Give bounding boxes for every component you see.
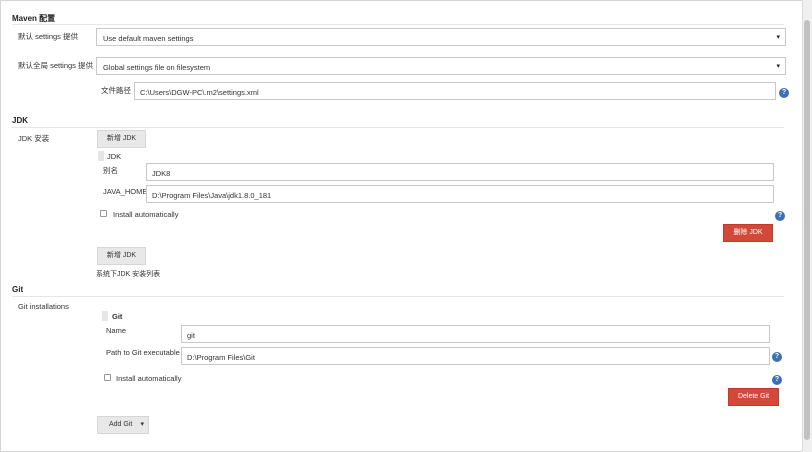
jdk-install-auto-checkbox[interactable]	[100, 210, 107, 217]
scrollbar-thumb[interactable]	[804, 20, 810, 440]
help-icon[interactable]: ?	[779, 88, 789, 98]
chevron-down-icon: ▾	[776, 34, 780, 41]
maven-separator	[12, 24, 784, 25]
file-path-label: 文件路径	[101, 86, 131, 95]
system-jdk-list-text: 系统下JDK 安装列表	[96, 271, 161, 278]
jdk-alias-input[interactable]: JDK8	[146, 163, 774, 181]
chevron-down-icon: ▾	[776, 63, 780, 70]
jdk-separator	[12, 127, 784, 128]
chevron-down-icon: ▾	[140, 421, 144, 428]
java-home-input[interactable]: D:\Program Files\Java\jdk1.8.0_181	[146, 185, 774, 203]
help-icon[interactable]: ?	[772, 352, 782, 362]
add-jdk-button-bottom[interactable]: 新增 JDK	[97, 247, 146, 265]
default-settings-select[interactable]: Use default maven settings ▾	[96, 28, 786, 46]
drag-handle[interactable]	[102, 311, 108, 321]
add-jdk-button-top[interactable]: 新增 JDK	[97, 130, 146, 148]
default-settings-label: 默认 settings 提供	[18, 32, 79, 41]
git-name-label: Name	[106, 326, 127, 335]
jdk-section-title: JDK	[12, 116, 29, 125]
add-git-button[interactable]: Add Git ▾	[97, 416, 149, 434]
jdk-install-auto-label: Install automatically	[113, 210, 179, 219]
git-install-auto-checkbox[interactable]	[104, 374, 111, 381]
jdk-install-label: JDK 安装	[18, 134, 50, 143]
file-path-input[interactable]: C:\Users\DGW-PC\.m2\settings.xml	[134, 82, 776, 100]
git-path-input[interactable]: D:\Program Files\Git	[181, 347, 770, 365]
java-home-label: JAVA_HOME	[103, 187, 148, 196]
git-separator	[12, 296, 784, 297]
git-installations-label: Git installations	[18, 302, 69, 311]
jdk-alias-label: 别名	[103, 166, 118, 175]
delete-jdk-button[interactable]: 删除 JDK	[723, 224, 773, 242]
maven-section-title: Maven 配置	[12, 14, 56, 23]
add-git-label: Add Git	[109, 421, 133, 428]
git-install-auto-label: Install automatically	[116, 374, 182, 383]
default-settings-value: Use default maven settings	[103, 34, 194, 43]
vertical-scrollbar[interactable]	[802, 0, 812, 452]
git-item-header: Git	[112, 312, 123, 321]
global-settings-value: Global settings file on filesystem	[103, 63, 211, 72]
global-settings-select[interactable]: Global settings file on filesystem ▾	[96, 57, 786, 75]
git-name-input[interactable]: git	[181, 325, 770, 343]
git-section-title: Git	[12, 285, 24, 294]
help-icon[interactable]: ?	[775, 211, 785, 221]
jdk-item-header: JDK	[107, 152, 122, 161]
delete-git-button[interactable]: Delete Git	[728, 388, 779, 406]
git-path-label: Path to Git executable	[106, 348, 180, 357]
help-icon[interactable]: ?	[772, 375, 782, 385]
drag-handle[interactable]	[98, 151, 104, 161]
global-settings-label: 默认全局 settings 提供	[18, 61, 94, 70]
